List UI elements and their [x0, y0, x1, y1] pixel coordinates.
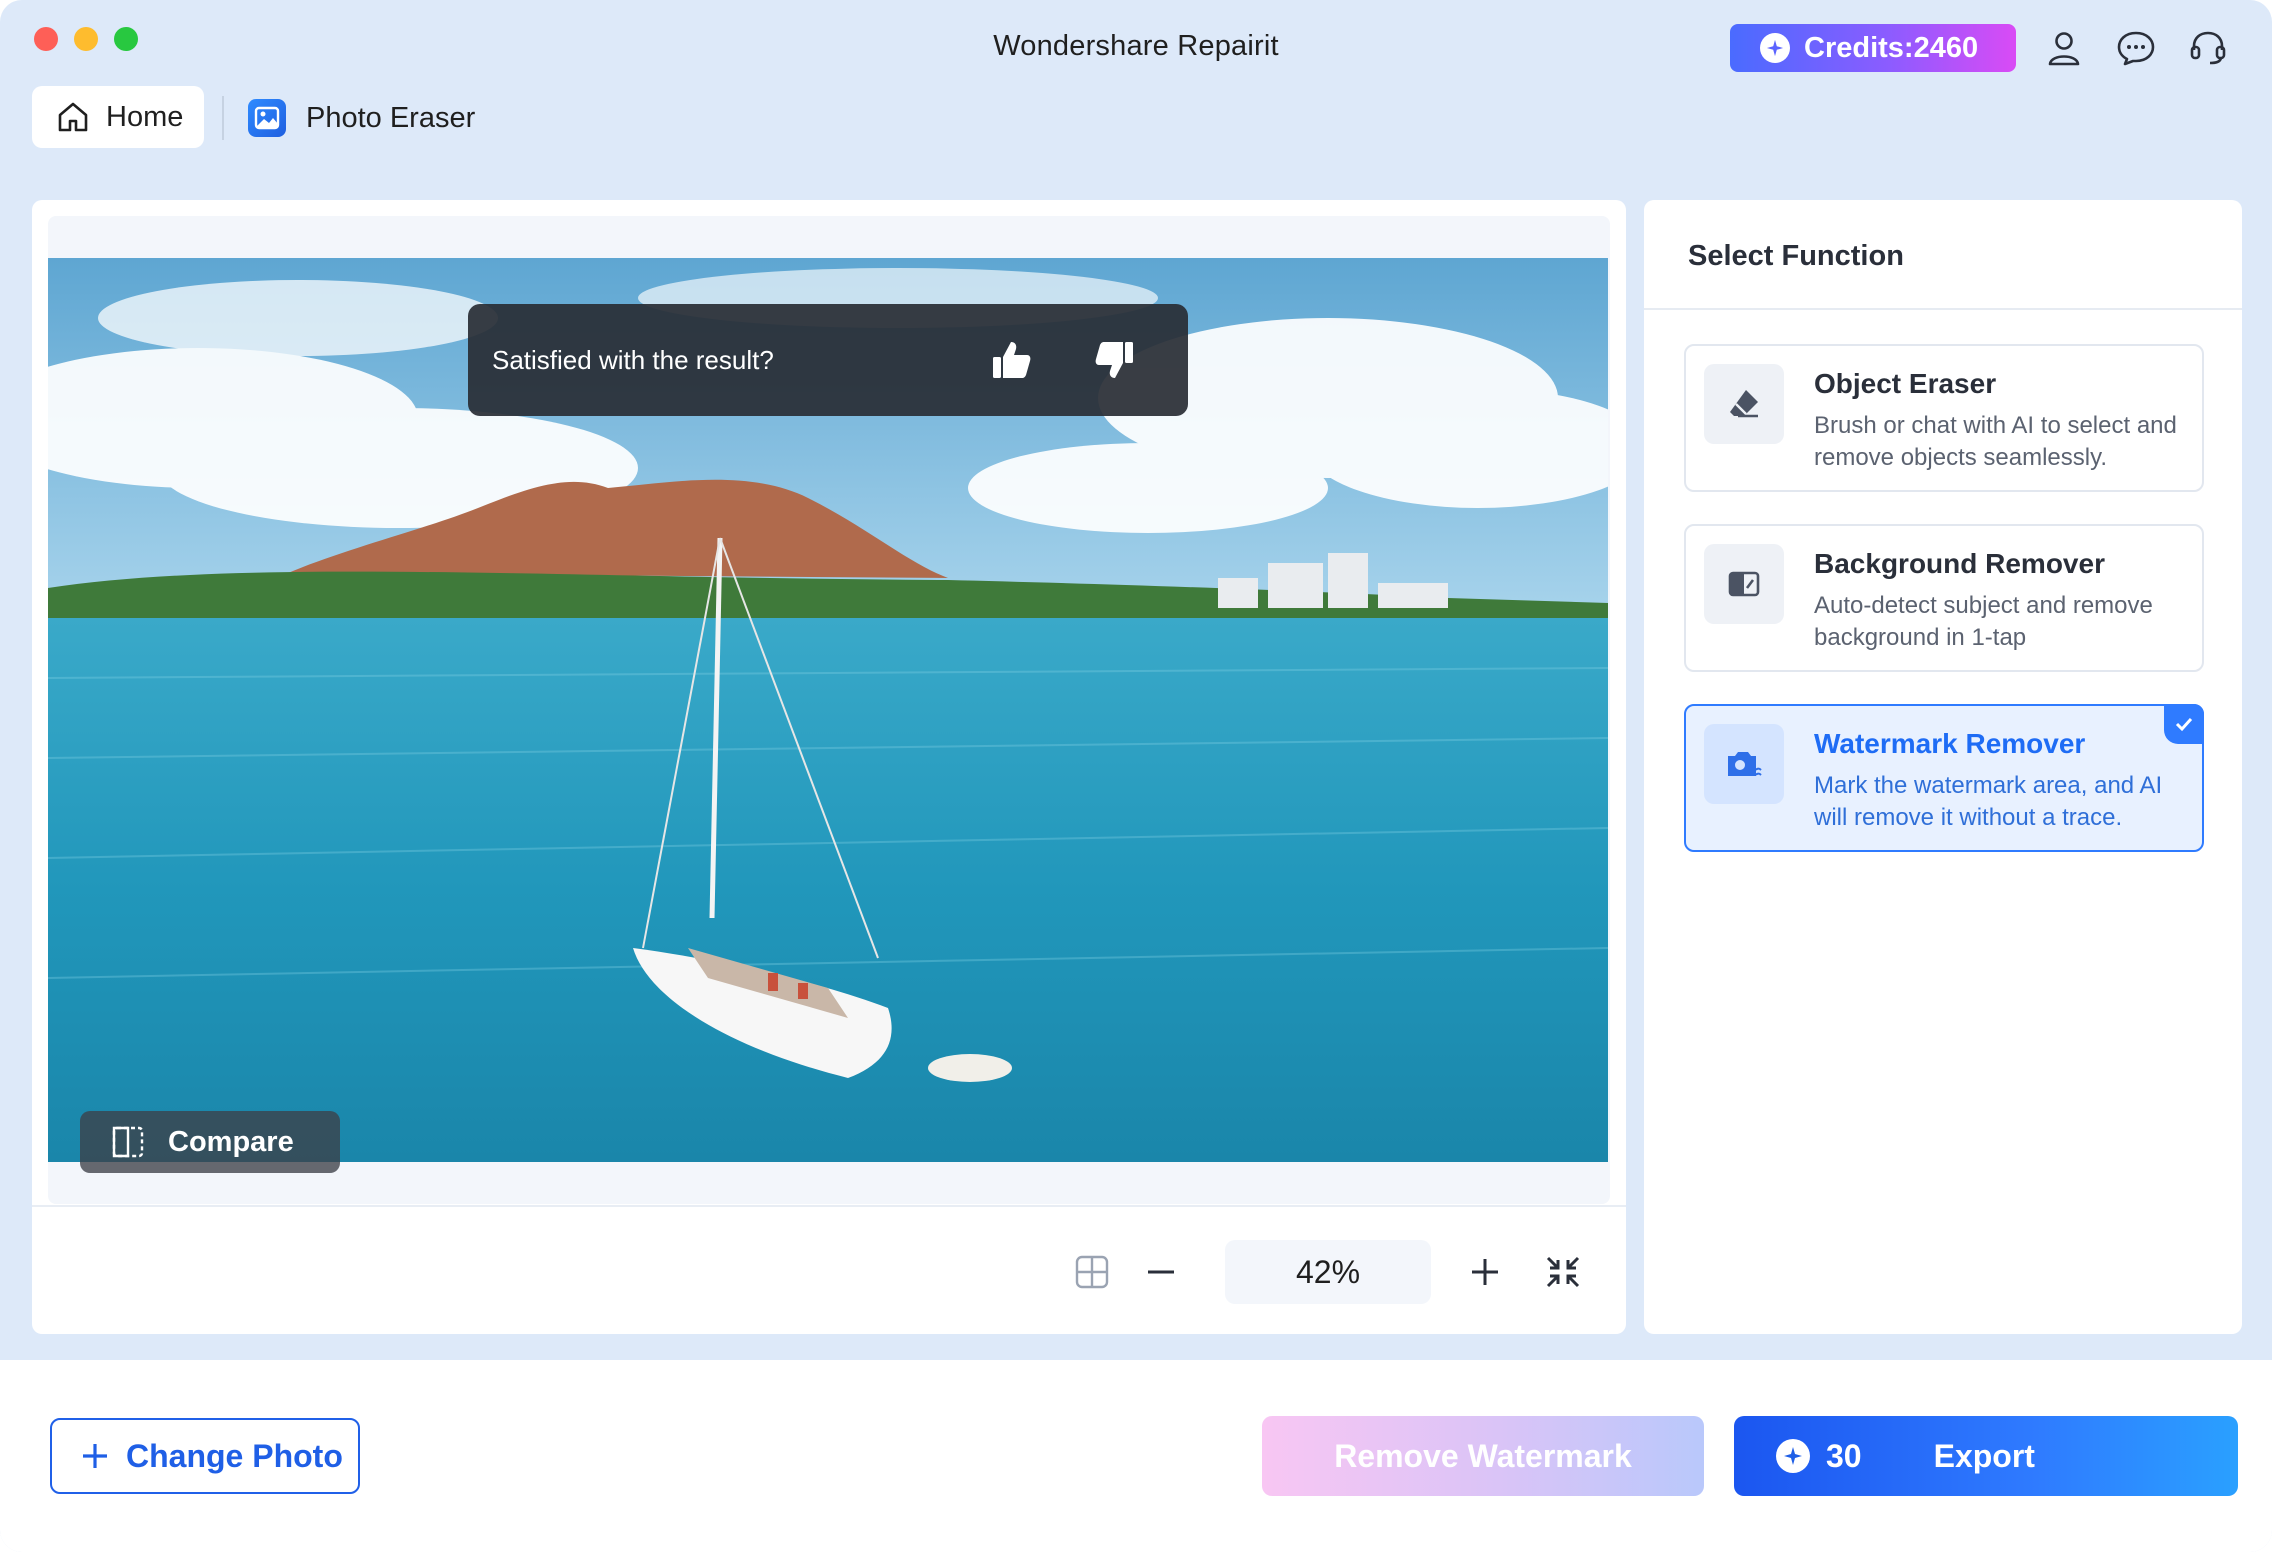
export-cost: 30 — [1826, 1437, 1862, 1474]
background-remover-card[interactable]: Background Remover Auto-detect subject a… — [1684, 524, 2204, 672]
compare-icon — [112, 1126, 144, 1158]
compare-label: Compare — [168, 1125, 294, 1158]
function-description: Auto-detect subject and remove backgroun… — [1814, 592, 2153, 651]
credits-button[interactable]: Credits:2460 — [1730, 24, 2016, 72]
function-description: Brush or chat with AI to select and remo… — [1814, 412, 2177, 471]
change-photo-label: Change Photo — [126, 1437, 343, 1474]
canvas-divider — [32, 1205, 1626, 1207]
feedback-toast: Satisfied with the result? — [468, 304, 1188, 416]
tab-photo-eraser-label: Photo Eraser — [306, 101, 476, 134]
bottom-action-bar: Change Photo Remove Watermark 30 Export — [0, 1360, 2272, 1552]
background-remover-icon — [1704, 544, 1784, 624]
function-name: Object Eraser — [1814, 368, 1997, 399]
eraser-icon — [1704, 364, 1784, 444]
thumbs-up-icon[interactable] — [984, 332, 1040, 388]
tab-home-label: Home — [106, 100, 184, 133]
grid-view-icon[interactable] — [1074, 1240, 1110, 1304]
photo-eraser-icon — [248, 99, 286, 137]
change-photo-button[interactable]: Change Photo — [50, 1418, 360, 1494]
plus-icon — [83, 1444, 107, 1468]
zoom-out-icon[interactable] — [1144, 1240, 1178, 1304]
object-eraser-card[interactable]: Object Eraser Brush or chat with AI to s… — [1684, 344, 2204, 492]
remove-watermark-button[interactable]: Remove Watermark — [1262, 1416, 1704, 1496]
zoom-level[interactable]: 42% — [1225, 1240, 1431, 1304]
home-icon — [58, 102, 88, 132]
selected-check-icon — [2164, 704, 2204, 744]
panel-divider — [1644, 308, 2242, 310]
fit-screen-icon[interactable] — [1544, 1240, 1582, 1304]
tab-home[interactable]: Home — [32, 86, 204, 148]
chat-icon[interactable] — [2116, 28, 2156, 68]
zoom-in-icon[interactable] — [1468, 1240, 1502, 1304]
watermark-remover-card[interactable]: Watermark Remover Mark the watermark are… — [1684, 704, 2204, 852]
function-panel: Select Function Object Eraser Brush or c… — [1644, 200, 2242, 1334]
function-name: Background Remover — [1814, 548, 2105, 579]
support-headset-icon[interactable] — [2188, 28, 2228, 68]
app-window: Wondershare Repairit Credits:2460 Home P… — [0, 0, 2272, 1552]
export-label: Export — [1933, 1437, 2035, 1474]
credit-star-icon — [1760, 33, 1790, 63]
function-name: Watermark Remover — [1814, 728, 2086, 759]
thumbs-down-icon[interactable] — [1086, 332, 1142, 388]
compare-button[interactable]: Compare — [80, 1111, 340, 1173]
tab-photo-eraser[interactable]: Photo Eraser — [248, 96, 475, 140]
remove-watermark-label: Remove Watermark — [1334, 1437, 1632, 1474]
watermark-remover-icon — [1704, 724, 1784, 804]
export-button[interactable]: 30 Export — [1734, 1416, 2238, 1496]
tab-divider — [222, 96, 224, 140]
credit-coin-icon — [1776, 1439, 1810, 1473]
account-icon[interactable] — [2044, 28, 2084, 68]
credits-label: Credits:2460 — [1804, 31, 1979, 64]
function-panel-title: Select Function — [1688, 240, 1904, 272]
feedback-question: Satisfied with the result? — [492, 344, 774, 375]
function-description: Mark the watermark area, and AI will rem… — [1814, 772, 2163, 831]
